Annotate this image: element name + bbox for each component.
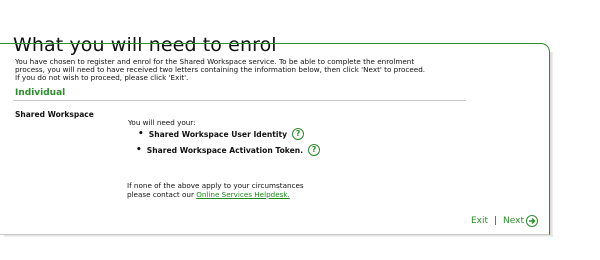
arrow-right-icon	[529, 217, 536, 225]
bullet: •	[138, 129, 144, 139]
panel-shadow	[550, 52, 553, 237]
panel-shadow-bottom	[4, 235, 553, 237]
intro-text: You have chosen to register and enrol fo…	[15, 58, 485, 82]
exit-link[interactable]: Exit	[471, 216, 488, 226]
fallback-line: please contact our Online Services Helpd…	[127, 189, 304, 200]
bullet: •	[136, 145, 142, 155]
footer-nav: Exit | Next	[471, 215, 538, 227]
requirement-label: Shared Workspace Activation Token.	[146, 145, 304, 155]
section-heading: Individual	[15, 88, 66, 98]
fallback-text: If none of the above apply to your circu…	[127, 181, 304, 200]
intro-line: If you do not wish to proceed, please cl…	[15, 72, 189, 82]
item-label: Shared Workspace	[15, 110, 94, 119]
needs-intro-text: You will need your:	[128, 118, 196, 127]
helpdesk-link[interactable]: Online Services Helpdesk.	[196, 190, 290, 199]
nav-separator: |	[493, 216, 498, 226]
help-icon[interactable]: ?	[308, 144, 321, 156]
arrow-right-circle-icon[interactable]	[526, 215, 538, 227]
requirement-label: Shared Workspace User Identity	[148, 129, 288, 139]
help-icon[interactable]: ?	[292, 128, 305, 140]
requirement-item: • Shared Workspace Activation Token. ?	[136, 144, 321, 156]
next-link[interactable]: Next	[503, 216, 524, 226]
requirement-item: • Shared Workspace User Identity ?	[138, 128, 305, 140]
fallback-prefix: please contact our	[127, 189, 197, 199]
section-divider	[13, 100, 466, 101]
